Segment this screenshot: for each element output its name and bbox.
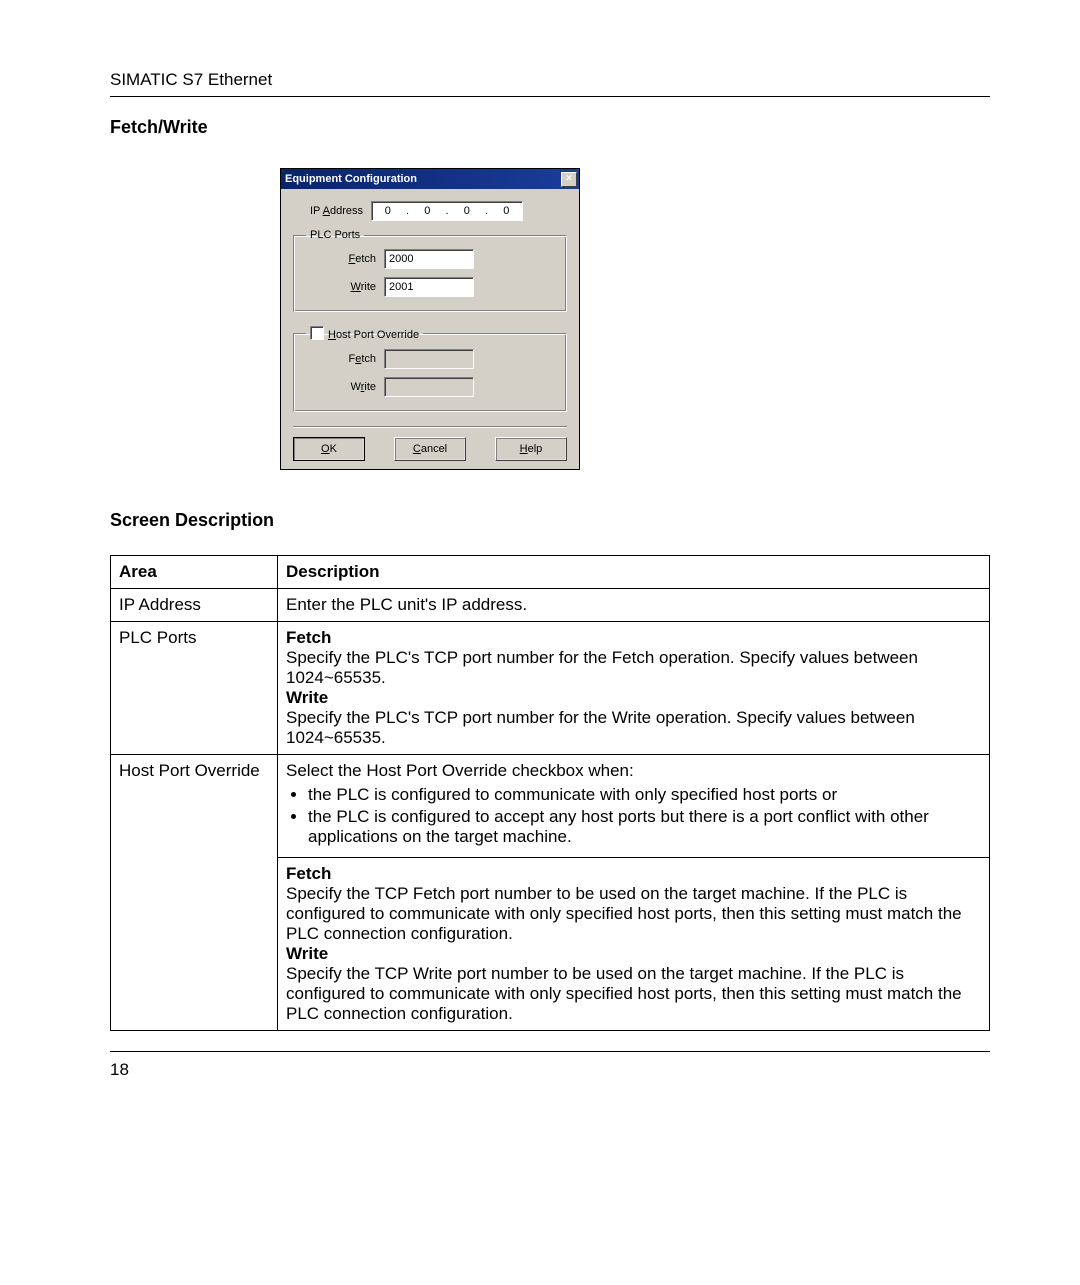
th-area: Area	[111, 556, 278, 589]
heading-screen-description: Screen Description	[110, 510, 990, 531]
cell-desc: Enter the PLC unit's IP address.	[278, 589, 990, 622]
ok-button[interactable]: OK	[293, 437, 365, 461]
cell-desc: Fetch Specify the PLC's TCP port number …	[278, 622, 990, 755]
host-fetch-label: Fetch	[306, 353, 384, 365]
plc-fetch-label: Fetch	[306, 253, 384, 265]
ip-octet-2[interactable]: 0	[451, 205, 483, 217]
page-number: 18	[110, 1060, 990, 1080]
ip-address-label: IP Address	[293, 205, 371, 217]
cell-area: IP Address	[111, 589, 278, 622]
cell-area: Host Port Override	[111, 755, 278, 1031]
ip-octet-0[interactable]: 0	[372, 205, 404, 217]
host-port-override-checkbox[interactable]	[310, 326, 324, 340]
host-port-override-group: Host Port Override Fetch Write	[293, 326, 567, 412]
host-write-label: Write	[306, 381, 384, 393]
plc-ports-legend: PLC Ports	[306, 229, 364, 241]
plc-ports-group: PLC Ports Fetch 2000 Write 2001	[293, 229, 567, 312]
header-rule	[110, 96, 990, 97]
dialog-button-row: OK Cancel Help	[293, 426, 567, 461]
table-row: Host Port Override Select the Host Port …	[111, 755, 990, 858]
cell-area: PLC Ports	[111, 622, 278, 755]
plc-write-input[interactable]: 2001	[384, 277, 474, 297]
th-description: Description	[278, 556, 990, 589]
heading-fetch-write: Fetch/Write	[110, 117, 990, 138]
equipment-config-dialog: Equipment Configuration × IP Address 0 .…	[280, 168, 580, 470]
help-button[interactable]: Help	[495, 437, 567, 461]
cancel-button[interactable]: Cancel	[394, 437, 466, 461]
dialog-title: Equipment Configuration	[285, 173, 561, 185]
footer-rule	[110, 1051, 990, 1052]
doc-header: SIMATIC S7 Ethernet	[110, 70, 990, 90]
dialog-titlebar: Equipment Configuration ×	[281, 169, 579, 189]
close-icon: ×	[566, 174, 572, 184]
close-button[interactable]: ×	[561, 172, 577, 187]
description-table: Area Description IP Address Enter the PL…	[110, 555, 990, 1031]
host-port-override-legend: Host Port Override	[306, 326, 423, 341]
table-row: IP Address Enter the PLC unit's IP addre…	[111, 589, 990, 622]
ip-address-input[interactable]: 0 . 0 . 0 . 0	[371, 201, 523, 221]
plc-write-label: Write	[306, 281, 384, 293]
host-fetch-input[interactable]	[384, 349, 474, 369]
plc-fetch-input[interactable]: 2000	[384, 249, 474, 269]
cell-desc: Select the Host Port Override checkbox w…	[278, 755, 990, 858]
host-write-input[interactable]	[384, 377, 474, 397]
ip-octet-3[interactable]: 0	[491, 205, 523, 217]
table-row: PLC Ports Fetch Specify the PLC's TCP po…	[111, 622, 990, 755]
cell-desc: Fetch Specify the TCP Fetch port number …	[278, 858, 990, 1031]
ip-octet-1[interactable]: 0	[412, 205, 444, 217]
